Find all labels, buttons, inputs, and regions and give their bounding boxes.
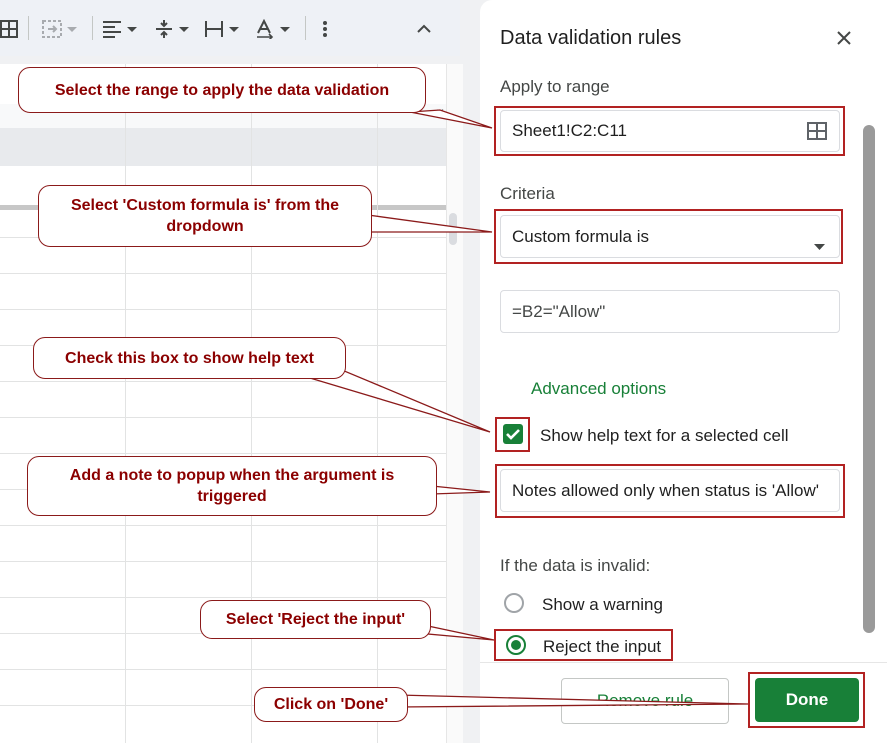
- callout-range: Select the range to apply the data valid…: [18, 67, 426, 113]
- callout-done: Click on 'Done': [254, 687, 408, 722]
- callout-checkbox: Check this box to show help text: [33, 337, 346, 379]
- callout-criteria: Select 'Custom formula is' from the drop…: [38, 185, 372, 247]
- callout-note: Add a note to popup when the argument is…: [27, 456, 437, 516]
- callout-reject: Select 'Reject the input': [200, 600, 431, 639]
